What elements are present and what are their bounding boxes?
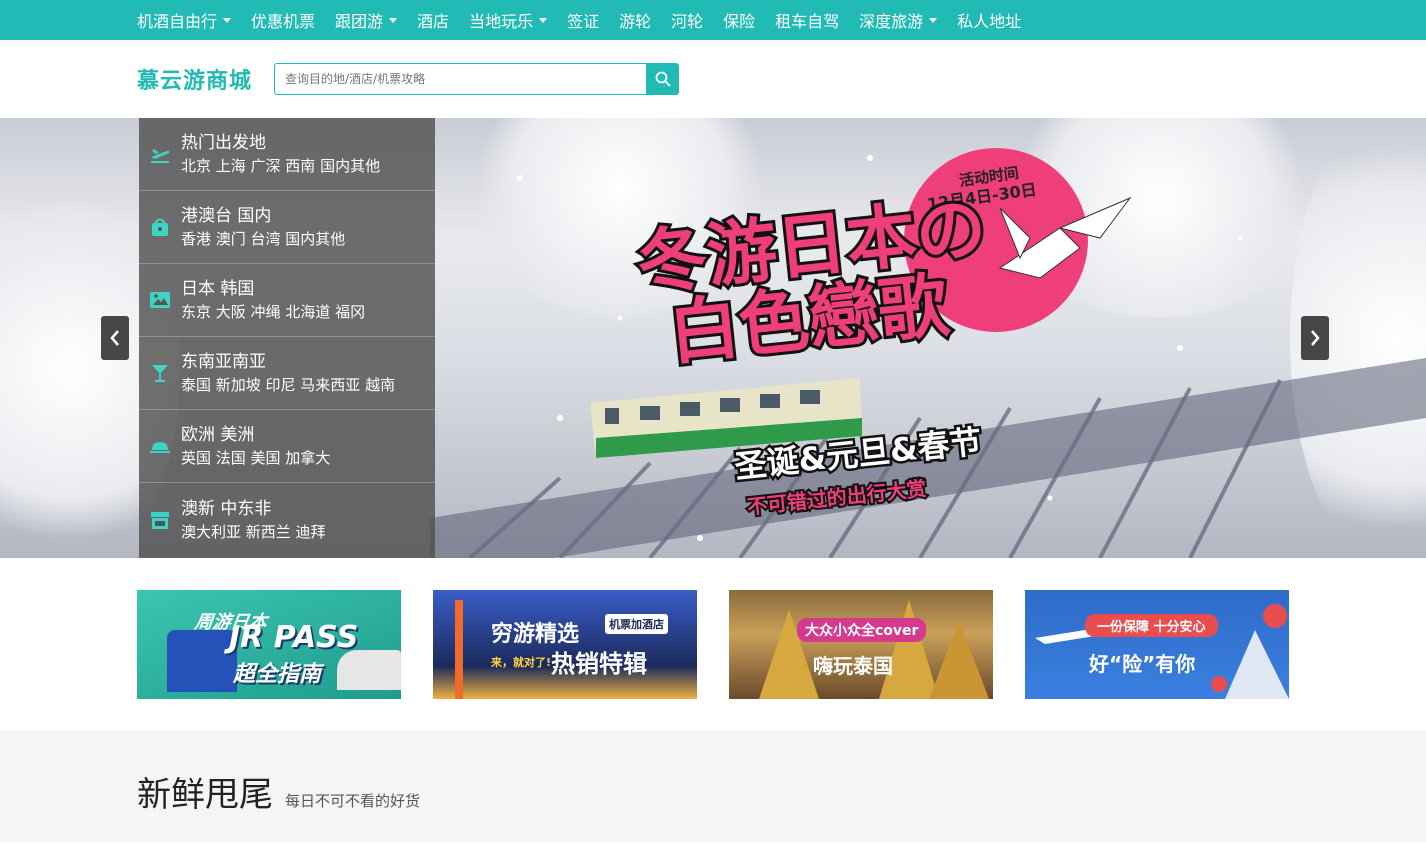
menu-subtitle[interactable]: 北京 上海 广深 西南 国内其他 <box>181 155 380 177</box>
bullet-train-illustration <box>337 650 401 690</box>
menu-title: 港澳台 国内 <box>181 206 272 226</box>
nav-item[interactable]: 跟团游 <box>335 8 398 32</box>
section-title: 新鲜甩尾 <box>137 775 273 815</box>
image-icon <box>147 287 173 313</box>
menu-title: 澳新 中东非 <box>181 498 272 519</box>
nav-item-label: 私人地址 <box>957 12 1022 31</box>
menu-row[interactable]: 东南亚南亚 泰国 新加坡 印尼 马来西亚 越南 <box>139 337 435 410</box>
destination-menu: 热门出发地 北京 上海 广深 西南 国内其他 港澳台 国内 香港 澳门 台湾 国… <box>139 118 435 558</box>
chevron-right-icon <box>1311 330 1320 346</box>
chevron-left-icon <box>110 330 119 346</box>
caret-down-icon <box>929 17 938 23</box>
promo-line1: 好“险”有你 <box>1089 652 1196 676</box>
menu-subtitle[interactable]: 东京 大阪 冲绳 北海道 福冈 <box>181 301 365 323</box>
nav-item[interactable]: 当地玩乐 <box>469 8 548 32</box>
shopping-bag-icon <box>147 214 173 240</box>
nav-item[interactable]: 酒店 <box>417 8 449 32</box>
nav-item-label: 租车自驾 <box>775 12 840 31</box>
tower-illustration <box>455 600 463 699</box>
promo-insurance[interactable]: 一份保障 十分安心 好“险”有你 <box>1025 590 1289 699</box>
menu-subtitle[interactable]: 香港 澳门 台湾 国内其他 <box>181 228 345 250</box>
nav-item[interactable]: 签证 <box>567 8 599 32</box>
nav-item-label: 跟团游 <box>335 12 384 31</box>
promo-badge: 一份保障 十分安心 <box>1085 614 1218 637</box>
caret-down-icon <box>389 17 398 23</box>
menu-title: 欧洲 美洲 <box>181 425 255 445</box>
nav-item-label: 优惠机票 <box>251 12 316 31</box>
menu-text: 港澳台 国内 香港 澳门 台湾 国内其他 <box>181 204 345 250</box>
store-icon <box>147 507 173 533</box>
nav-item-label: 河轮 <box>671 12 704 31</box>
travel-illustration <box>1035 604 1289 699</box>
fresh-deals-section: 新鲜甩尾 每日不可不看的好货 <box>0 731 1426 842</box>
menu-row[interactable]: 港澳台 国内 香港 澳门 台湾 国内其他 <box>139 191 435 264</box>
nav-item-label: 深度旅游 <box>859 12 924 31</box>
carousel-prev-button[interactable] <box>101 316 129 360</box>
nav-item-label: 酒店 <box>417 12 450 31</box>
nav-item[interactable]: 保险 <box>723 8 755 32</box>
nav-item[interactable]: 游轮 <box>619 8 651 32</box>
site-logo[interactable]: 慕云游商城 <box>137 63 252 95</box>
promo-budget-travel[interactable]: 穷游精选 机票加酒店 来，就对了! 热销特辑 <box>433 590 697 699</box>
menu-subtitle[interactable]: 英国 法国 美国 加拿大 <box>181 447 330 469</box>
menu-row[interactable]: 欧洲 美洲 英国 法国 美国 加拿大 <box>139 410 435 483</box>
promo-line3: 超全指南 <box>233 662 322 687</box>
promo-line2: JR PASS <box>229 620 359 655</box>
nav-item[interactable]: 私人地址 <box>957 8 1021 32</box>
promo-line1: 嗨玩泰国 <box>813 654 893 678</box>
plane-departure-icon <box>147 141 173 167</box>
temple-illustration <box>759 600 989 699</box>
nav-item-label: 保险 <box>723 12 756 31</box>
train-illustration <box>167 630 237 692</box>
menu-row[interactable]: 日本 韩国 东京 大阪 冲绳 北海道 福冈 <box>139 264 435 337</box>
menu-text: 东南亚南亚 泰国 新加坡 印尼 马来西亚 越南 <box>181 350 395 396</box>
carousel-next-button[interactable] <box>1301 316 1329 360</box>
nav-item[interactable]: 租车自驾 <box>775 8 839 32</box>
caret-down-icon <box>539 17 548 23</box>
menu-title: 日本 韩国 <box>181 279 255 299</box>
section-subtitle: 每日不可不看的好货 <box>285 792 421 810</box>
menu-text: 日本 韩国 东京 大阪 冲绳 北海道 福冈 <box>181 277 365 323</box>
search-bar <box>274 63 680 95</box>
top-nav: 机酒自由行 优惠机票 跟团游 酒店 当地玩乐 签证 游轮 河轮 保险 租车自驾 深度旅游 私人地址 <box>0 0 1426 40</box>
nav-item[interactable]: 优惠机票 <box>251 8 315 32</box>
header: 慕云游商城 <box>0 40 1426 118</box>
menu-title: 东南亚南亚 <box>181 352 266 372</box>
nav-item[interactable]: 深度旅游 <box>859 8 938 32</box>
cloud-icon <box>147 433 173 459</box>
menu-title: 热门出发地 <box>181 133 266 153</box>
menu-row[interactable]: 澳新 中东非 澳大利亚 新西兰 迪拜 <box>139 483 435 556</box>
search-icon <box>655 71 670 87</box>
menu-row[interactable]: 热门出发地 北京 上海 广深 西南 国内其他 <box>139 118 435 191</box>
nav-item-label: 机酒自由行 <box>137 12 218 31</box>
promo-tag: 机票加酒店 <box>605 614 668 634</box>
promo-line2: 热销特辑 <box>551 650 647 678</box>
menu-subtitle[interactable]: 泰国 新加坡 印尼 马来西亚 越南 <box>181 374 395 396</box>
promo-jr-pass[interactable]: 周游日本 JR PASS 超全指南 <box>137 590 401 699</box>
nav-item-label: 游轮 <box>619 12 652 31</box>
promo-thailand[interactable]: 大众小众全cover 嗨玩泰国 <box>729 590 993 699</box>
caret-down-icon <box>223 17 232 23</box>
nav-item[interactable]: 机酒自由行 <box>137 8 232 32</box>
hero-banner[interactable]: 活动时间 12月4日-30日 冬游日本の 白色戀歌 圣诞&元旦&春节 不可错过的… <box>0 118 1426 558</box>
nav-item-label: 签证 <box>567 12 600 31</box>
promo-cards: 周游日本 JR PASS 超全指南 穷游精选 机票加酒店 来，就对了! 热销特辑… <box>137 590 1289 699</box>
search-input[interactable] <box>274 63 647 95</box>
menu-text: 热门出发地 北京 上海 广深 西南 国内其他 <box>181 131 380 177</box>
nav-item[interactable]: 河轮 <box>671 8 703 32</box>
cocktail-icon <box>147 360 173 386</box>
nav-item-label: 当地玩乐 <box>469 12 534 31</box>
promo-small: 来，就对了! <box>491 656 552 669</box>
menu-text: 欧洲 美洲 英国 法国 美国 加拿大 <box>181 423 330 469</box>
menu-text: 澳新 中东非 澳大利亚 新西兰 迪拜 <box>181 497 326 543</box>
search-button[interactable] <box>646 63 680 95</box>
promo-badge: 大众小众全cover <box>797 618 927 642</box>
menu-subtitle[interactable]: 澳大利亚 新西兰 迪拜 <box>181 521 326 543</box>
